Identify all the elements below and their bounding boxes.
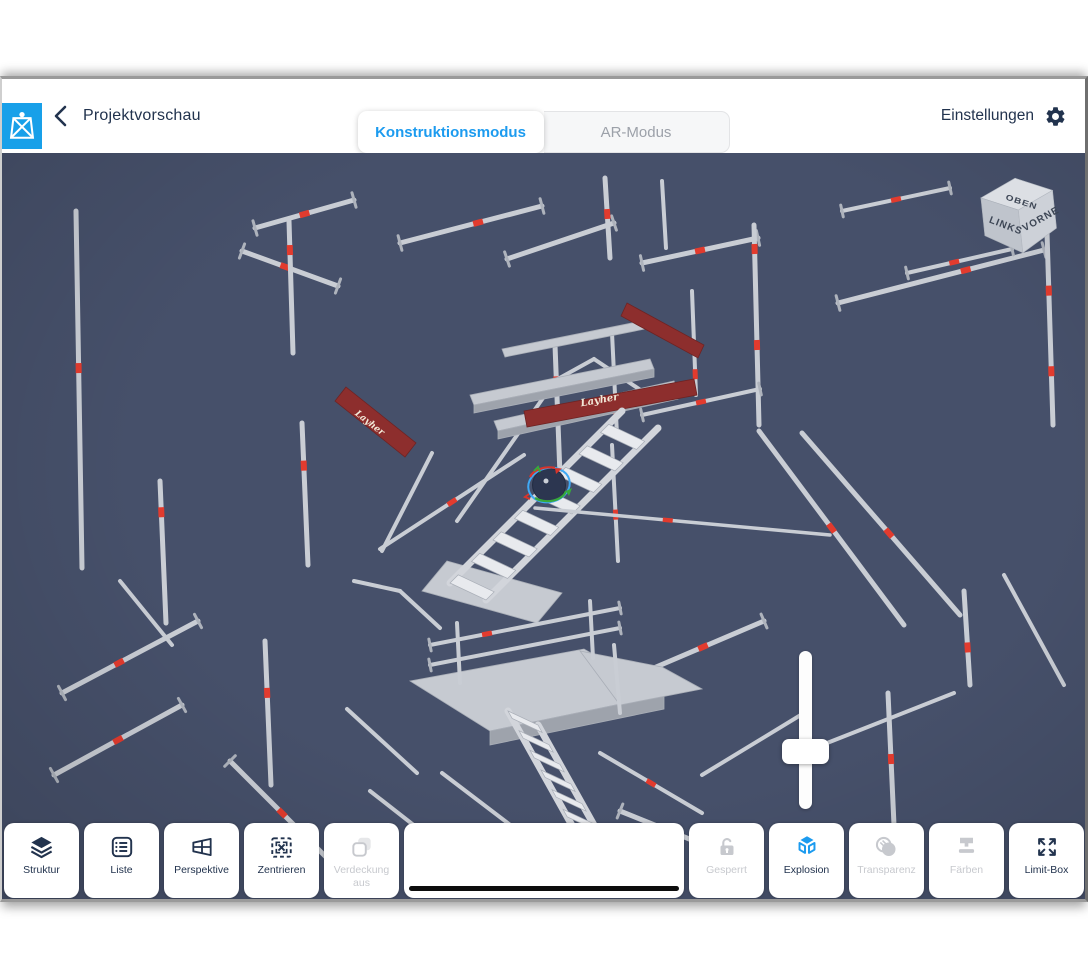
back-button[interactable]: Projektvorschau [54, 79, 201, 153]
zoom-slider-track[interactable] [799, 651, 812, 809]
layher-logo-icon [6, 108, 38, 144]
toolbar-button-faerben: Färben [929, 823, 1004, 898]
toolbar-button-struktur[interactable]: Struktur [4, 823, 79, 898]
settings-button[interactable]: Einstellungen [941, 79, 1067, 153]
list-icon [109, 832, 135, 862]
toolbar-button-transparenz: Transparenz [849, 823, 924, 898]
toolbar-button-label: Zentrieren [258, 864, 306, 877]
explosion-cube-icon [793, 832, 821, 862]
home-indicator[interactable] [409, 886, 679, 891]
limit-box-icon [1033, 832, 1061, 862]
orientation-cube[interactable]: OBEN LINKS VORNE [972, 169, 1066, 263]
toolbar-button-gesperrt: Gesperrt [689, 823, 764, 898]
toolbar-button-label: Verdeckung aus [324, 864, 399, 889]
toolbar-button-label: Liste [110, 864, 132, 877]
lock-open-icon [715, 832, 739, 862]
toolbar-button-label: Struktur [23, 864, 60, 877]
bottom-toolbar: Struktur Liste Perspektive Zentrieren Verdec… [4, 823, 1084, 898]
toolbar-button-label: Gesperrt [706, 864, 747, 877]
occlusion-icon [349, 832, 375, 862]
app-screenshot-page: Projektvorschau Konstruktionsmodus AR-Mo… [0, 0, 1088, 976]
mode-tab-bar: Konstruktionsmodus AR-Modus [358, 111, 730, 153]
tab-konstruktionsmodus-label: Konstruktionsmodus [375, 124, 526, 141]
toolbar-button-label: Explosion [784, 864, 830, 877]
toolbar-button-label: Transparenz [857, 864, 916, 877]
3d-viewport[interactable]: LayherLayher OBEN LINKS VORNE Struktur Li… [2, 153, 1086, 899]
toolbar-left-group: Struktur Liste Perspektive Zentrieren Verdec… [4, 823, 399, 898]
toolbar-button-label: Perspektive [174, 864, 229, 877]
back-chevron-icon [54, 105, 67, 127]
toolbar-button-verdeckung: Verdeckung aus [324, 823, 399, 898]
top-navigation-bar: Projektvorschau Konstruktionsmodus AR-Mo… [2, 79, 1085, 153]
center-icon [268, 832, 295, 862]
tab-ar-modus[interactable]: AR-Modus [544, 111, 730, 153]
toolbar-right-group: Gesperrt Explosion Transparenz Färben Limit-… [689, 823, 1084, 898]
toolbar-button-label: Limit-Box [1025, 864, 1069, 877]
gear-icon [1044, 105, 1067, 128]
toolbar-button-limitbox[interactable]: Limit-Box [1009, 823, 1084, 898]
perspective-icon [188, 832, 216, 862]
layers-icon [28, 832, 55, 862]
app-logo [2, 103, 42, 149]
toolbar-button-zentrieren[interactable]: Zentrieren [244, 823, 319, 898]
zoom-slider-handle[interactable] [782, 739, 829, 764]
scaffold-3d-scene[interactable]: LayherLayher [2, 153, 1086, 899]
toolbar-button-perspektive[interactable]: Perspektive [164, 823, 239, 898]
tablet-app-frame: Projektvorschau Konstruktionsmodus AR-Mo… [0, 76, 1088, 902]
toolbar-button-liste[interactable]: Liste [84, 823, 159, 898]
transparency-icon [873, 832, 900, 862]
tab-ar-modus-label: AR-Modus [601, 124, 672, 141]
paint-roller-icon [953, 832, 980, 862]
settings-label: Einstellungen [941, 107, 1034, 125]
toolbar-spacer-card [404, 823, 684, 898]
back-label: Projektvorschau [83, 107, 201, 125]
tab-konstruktionsmodus[interactable]: Konstruktionsmodus [358, 111, 544, 153]
toolbar-button-label: Färben [950, 864, 983, 877]
toolbar-button-explosion[interactable]: Explosion [769, 823, 844, 898]
